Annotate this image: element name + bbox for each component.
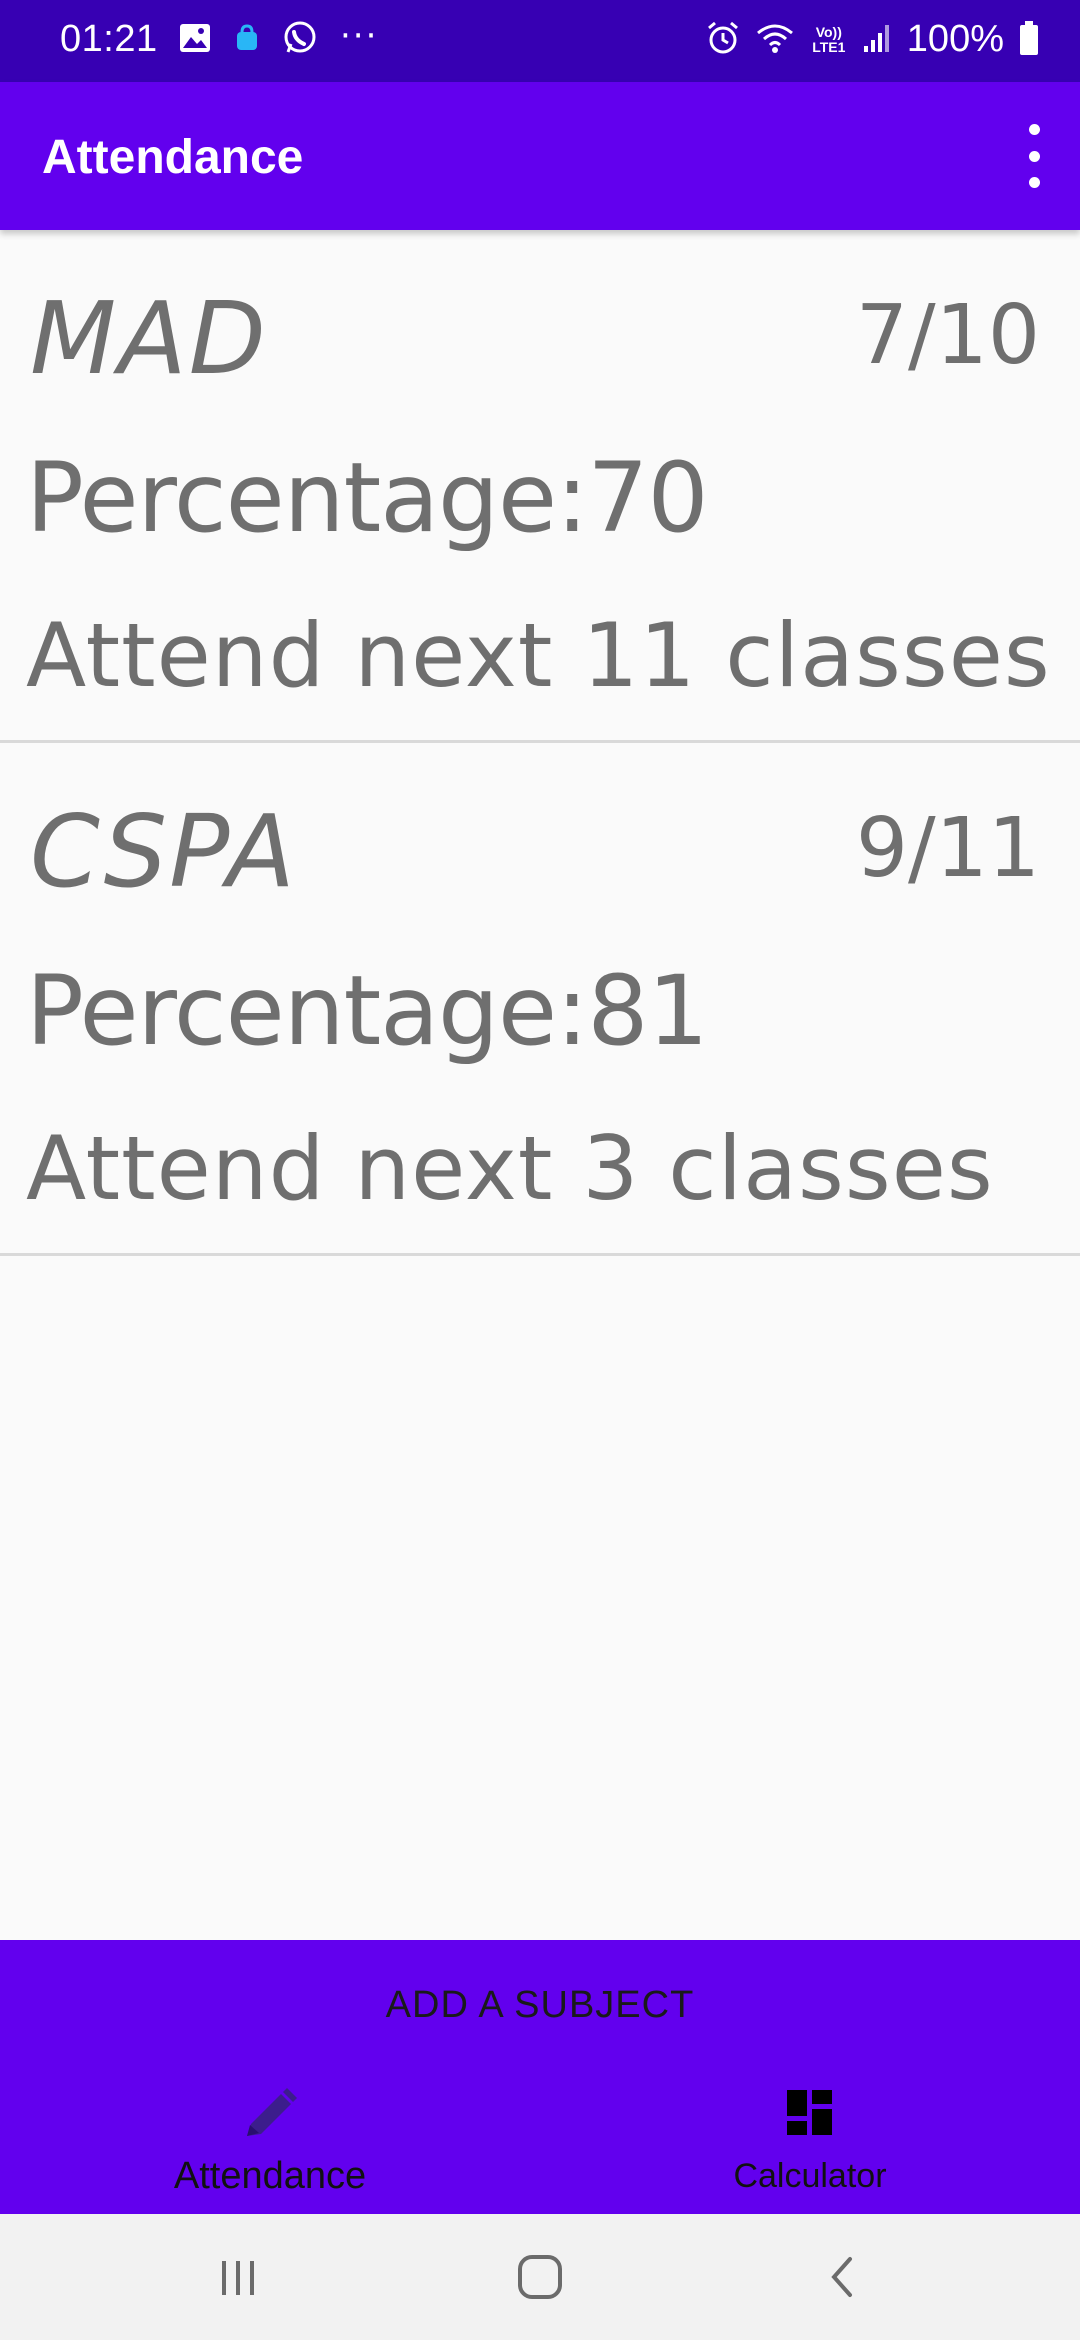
battery-percent: 100% — [906, 18, 1004, 60]
nav-item-attendance[interactable]: Attendance — [0, 2070, 540, 2214]
signal-icon — [863, 22, 893, 58]
app-bar: Attendance — [0, 82, 1080, 230]
subject-card[interactable]: CSPA 9/11 Percentage:81 Attend next 3 cl… — [0, 743, 1080, 1256]
battery-icon — [1018, 20, 1040, 60]
status-time: 01:21 — [60, 18, 158, 60]
add-subject-button[interactable]: ADD A SUBJECT — [0, 1940, 1080, 2070]
system-status-icons: Vo)) LTE1 100% — [705, 18, 1040, 61]
nav-item-calculator[interactable]: Calculator — [540, 2070, 1080, 2214]
nav-label-attendance: Attendance — [173, 2155, 367, 2197]
pencil-icon — [241, 2088, 299, 2147]
attendance-ratio: 7/10 — [855, 288, 1040, 383]
alarm-icon — [705, 20, 741, 60]
bottom-navigation: Attendance Calculator — [0, 2070, 1080, 2214]
wifi-icon — [755, 21, 795, 59]
app-bar-title: Attendance — [42, 131, 304, 184]
overflow-menu-icon[interactable] — [1014, 124, 1054, 188]
subject-name: CSPA — [30, 793, 297, 910]
attendance-advice: Attend next 11 classes — [26, 604, 1051, 707]
notification-icons: ··· — [178, 16, 379, 60]
gallery-icon — [178, 21, 212, 59]
shopping-bag-icon — [234, 24, 260, 56]
volte-icon: Vo)) LTE1 — [812, 23, 846, 55]
subject-name: MAD — [30, 280, 268, 397]
dashboard-icon — [785, 2088, 835, 2143]
bottom-area: ADD A SUBJECT Attendance Calculator — [0, 1940, 1080, 2214]
attendance-ratio: 9/11 — [855, 801, 1040, 896]
back-icon — [831, 2257, 852, 2297]
home-button[interactable] — [500, 2242, 580, 2312]
attendance-percentage: Percentage:70 — [26, 442, 709, 554]
status-bar: 01:21 ··· Vo)) LTE1 100% — [0, 0, 1080, 82]
subject-card[interactable]: MAD 7/10 Percentage:70 Attend next 11 cl… — [0, 230, 1080, 743]
back-button[interactable] — [802, 2242, 882, 2312]
nav-label-calculator: Calculator — [733, 2157, 887, 2195]
attendance-advice: Attend next 3 classes — [26, 1117, 994, 1220]
attendance-percentage: Percentage:81 — [26, 955, 709, 1067]
home-icon — [518, 2255, 562, 2299]
whatsapp-icon — [282, 20, 318, 60]
more-notifications-icon: ··· — [340, 16, 379, 56]
recent-apps-icon — [222, 2261, 254, 2295]
recent-apps-button[interactable] — [198, 2242, 278, 2312]
system-navigation-bar — [0, 2214, 1080, 2340]
